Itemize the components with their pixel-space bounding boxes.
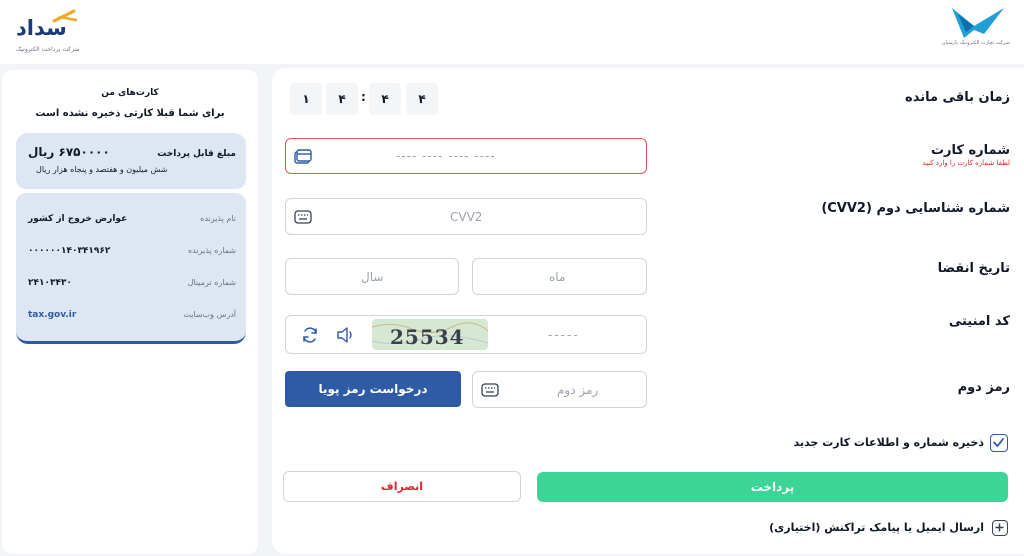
- captcha-code: 25534: [390, 325, 465, 349]
- amount-value: ۶۷۵۰۰۰۰ ریال: [28, 145, 110, 159]
- cvv2-placeholder: CVV2: [450, 209, 483, 224]
- card-number-placeholder: ---- ---- ---- ----: [396, 149, 496, 163]
- pay-button[interactable]: پرداخت: [537, 472, 1008, 502]
- captcha-image: 25534: [372, 319, 488, 350]
- refresh-icon[interactable]: [301, 326, 319, 344]
- merchant-id-value: ۰۰۰۰۰۰۱۴۰۳۴۱۹۶۲: [28, 246, 111, 256]
- save-card-checkbox[interactable]: [990, 434, 1008, 452]
- no-saved-cards-text: برای شما قبلا کارتی ذخیره نشده است: [35, 108, 225, 119]
- captcha-input[interactable]: 25534 -----: [285, 315, 647, 354]
- speaker-icon[interactable]: [336, 326, 356, 344]
- website-label: آدرس وب‌سایت: [183, 310, 236, 319]
- bank-logo: شرکت تجارت الکترونیک پارسیان: [941, 4, 1010, 52]
- plus-icon: [995, 523, 1004, 532]
- website-link[interactable]: tax.gov.ir: [28, 310, 76, 320]
- terminal-label: شماره ترمینال: [187, 278, 236, 287]
- bank-subtitle: شرکت تجارت الکترونیک پارسیان: [941, 40, 1010, 46]
- terminal-value: ۲۴۱۰۳۴۳۰: [28, 278, 72, 288]
- brand-subtitle: شرکت پرداخت الکترونیک: [16, 46, 80, 53]
- timer-digit: ۱: [290, 83, 322, 115]
- bank-mark-icon: [952, 8, 1004, 38]
- expiry-month-placeholder: ماه: [549, 269, 566, 284]
- merchant-label: نام پذیرنده: [200, 214, 236, 223]
- otp-placeholder: رمز دوم: [557, 382, 599, 397]
- timer-digit: ۴: [326, 83, 358, 115]
- merchant-info-card: نام پذیرنده عوارض خروج از کشور شماره پذی…: [16, 193, 246, 344]
- timer-digit: ۴: [369, 83, 401, 115]
- check-icon: [993, 438, 1004, 447]
- brand-name: سداد: [16, 16, 67, 40]
- otp-input[interactable]: رمز دوم: [472, 371, 647, 408]
- otp-label: رمز دوم: [957, 380, 1010, 395]
- keyboard-icon[interactable]: [294, 210, 312, 224]
- amount-card: مبلغ قابل پرداخت ۶۷۵۰۰۰۰ ریال شش میلیون …: [16, 133, 246, 189]
- timer-digit: ۴: [406, 83, 438, 115]
- expiry-year-input[interactable]: سال: [285, 258, 459, 295]
- captcha-label: کد امنیتی: [948, 314, 1010, 329]
- card-number-label: شماره کارت: [930, 143, 1010, 158]
- cvv2-label: شماره شناسایی دوم (CVV2): [821, 201, 1010, 216]
- request-otp-button[interactable]: درخواست رمز پویا: [285, 371, 461, 407]
- timer-separator: :: [361, 90, 366, 104]
- keyboard-icon[interactable]: [481, 383, 499, 397]
- card-icon[interactable]: [294, 149, 312, 165]
- captcha-placeholder: -----: [548, 327, 580, 342]
- merchant-id-label: شماره پذیرنده: [187, 246, 236, 255]
- my-cards-title: کارت‌های من: [101, 88, 159, 98]
- notify-label[interactable]: ارسال ایمیل یا پیامک تراکنش (اختیاری): [769, 521, 984, 534]
- card-number-error: لطفا شماره کارت را وارد کنید: [922, 159, 1010, 167]
- expiry-label: تاریخ انقضا: [937, 261, 1010, 276]
- cancel-button[interactable]: انصراف: [283, 471, 521, 502]
- order-summary-panel: کارت‌های من برای شما قبلا کارتی ذخیره نش…: [2, 70, 258, 554]
- payment-form: زمان باقی مانده ۴ ۴ : ۴ ۱ شماره کارت لطف…: [272, 68, 1024, 554]
- amount-label: مبلغ قابل پرداخت: [157, 149, 236, 159]
- expiry-month-input[interactable]: ماه: [472, 258, 647, 295]
- sadad-logo: سداد شرکت پرداخت الکترونیک: [16, 6, 80, 54]
- save-card-label[interactable]: ذخیره شماره و اطلاعات کارت جدید: [794, 436, 984, 449]
- amount-words: شش میلیون و هفتصد و پنجاه هزار ریال: [36, 165, 168, 174]
- expiry-year-placeholder: سال: [361, 269, 384, 284]
- header: سداد شرکت پرداخت الکترونیک شرکت تجارت ال…: [0, 0, 1024, 64]
- notify-toggle[interactable]: [992, 520, 1008, 536]
- card-number-input[interactable]: ---- ---- ---- ----: [285, 138, 647, 174]
- cvv2-input[interactable]: CVV2: [285, 198, 647, 235]
- timer-label: زمان باقی مانده: [905, 90, 1010, 105]
- merchant-value: عوارض خروج از کشور: [28, 214, 128, 224]
